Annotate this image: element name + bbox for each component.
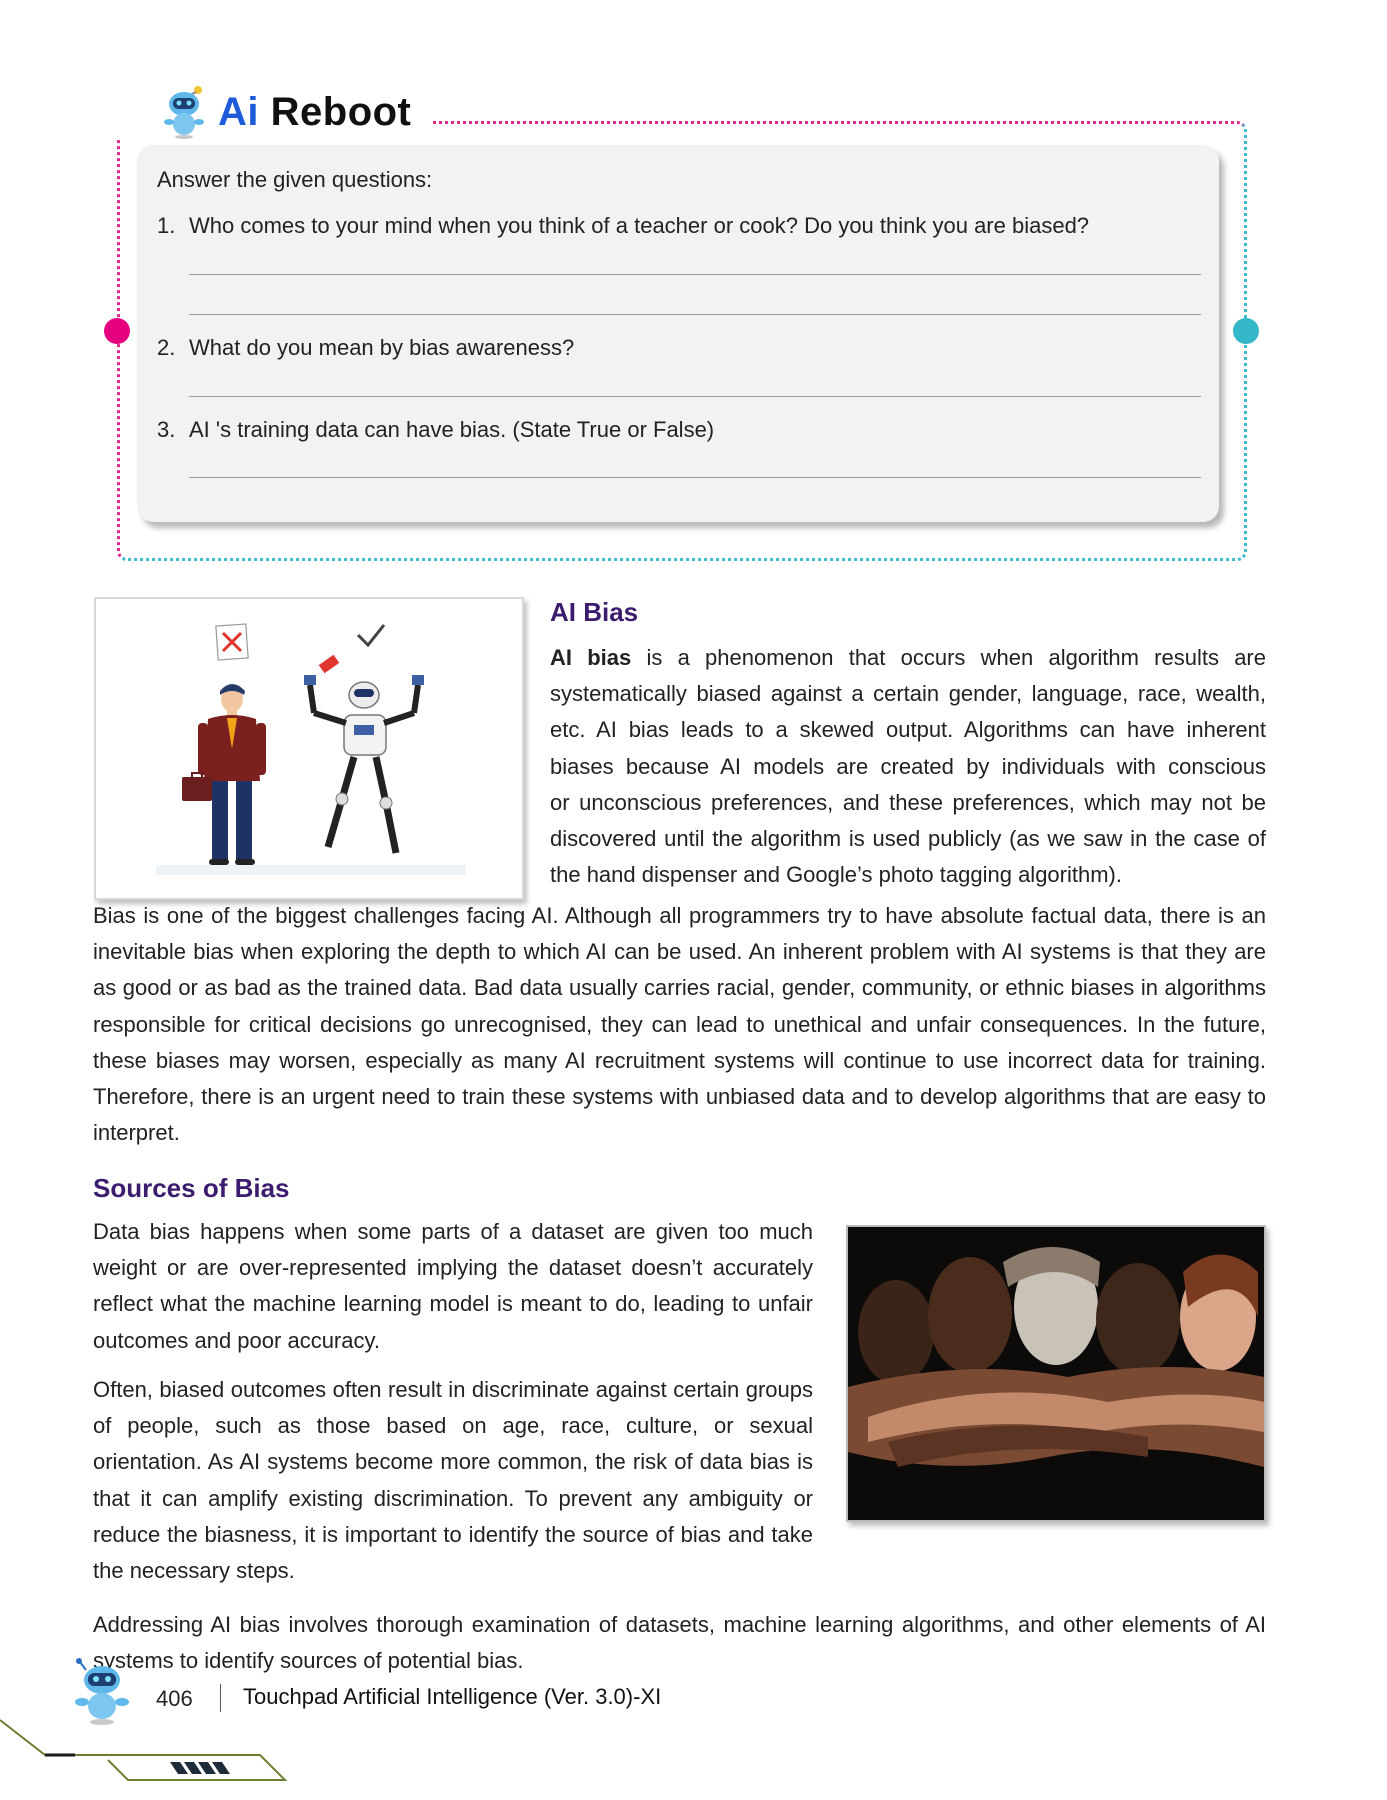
page-number: 406 (156, 1686, 193, 1711)
ai-bias-line-1-text: is a phenomenon that occurs when algorit… (631, 645, 1266, 670)
questions-panel (137, 145, 1219, 522)
robot-mascot-icon (164, 86, 204, 139)
question-number: 1. (157, 213, 176, 238)
answer-line[interactable] (189, 396, 1201, 397)
cross-mark-icon (215, 623, 249, 661)
sources-paragraph-3: Addressing AI bias involves thorough exa… (93, 1612, 1266, 1674)
question-number: 3. (157, 417, 176, 442)
reboot-header: Ai Reboot (160, 82, 411, 142)
teal-dot-icon (1233, 318, 1259, 344)
reboot-title: Ai Reboot (218, 90, 411, 135)
question-text: What do you mean by bias awareness? (189, 335, 575, 360)
human-vs-robot-illustration (94, 597, 524, 900)
ai-bias-line: biases because AI models are created by … (550, 753, 1266, 779)
question-text: Who comes to your mind when you think of… (189, 213, 1090, 238)
ai-bias-line-1: AI bias is a phenomenon that occurs when… (550, 640, 1266, 676)
ai-bias-line: the hand dispenser and Google’s photo ta… (550, 862, 1122, 888)
robot-figure (304, 654, 424, 854)
reboot-title-rest: Reboot (270, 89, 412, 134)
reboot-title-ai: Ai (218, 89, 259, 134)
sources-of-bias-heading: Sources of Bias (93, 1173, 290, 1203)
faces-drawing (848, 1227, 1264, 1520)
ai-bias-line: systematically biased against a certain … (550, 681, 1266, 707)
book-title: Touchpad Artificial Intelligence (Ver. 3… (243, 1684, 662, 1709)
answer-line[interactable] (189, 477, 1201, 478)
diverse-faces-photo (846, 1225, 1266, 1522)
ai-bias-bold-lead: AI bias (550, 645, 632, 670)
pink-dot-icon (104, 318, 130, 344)
question-number: 2. (157, 335, 176, 360)
ai-bias-intro-paragraph: AI bias is a phenomenon that occurs when… (550, 640, 1266, 893)
footer-separator (220, 1684, 221, 1712)
ai-bias-paragraph-2: Bias is one of the biggest challenges fa… (93, 903, 1266, 1146)
ai-bias-line: or unconscious preferences, and these pr… (550, 789, 1266, 815)
question-text: AI 's training data can have bias. (Stat… (189, 417, 715, 442)
ai-bias-line: etc. AI bias leads to a skewed output. A… (550, 717, 1266, 743)
ai-bias-line: discovered until the algorithm is used p… (550, 826, 1266, 852)
ai-bias-heading: AI Bias (550, 597, 639, 627)
check-mark-icon (356, 624, 386, 648)
reboot-intro: Answer the given questions: (157, 167, 433, 192)
robot-mascot-icon (75, 1658, 129, 1725)
human-robot-drawing (156, 623, 466, 875)
answer-line[interactable] (189, 314, 1201, 315)
man-figure (182, 684, 266, 865)
sources-paragraph-1: Data bias happens when some parts of a d… (93, 1219, 813, 1353)
sources-paragraph-2: Often, biased outcomes often result in d… (93, 1377, 813, 1584)
answer-line[interactable] (189, 274, 1201, 275)
